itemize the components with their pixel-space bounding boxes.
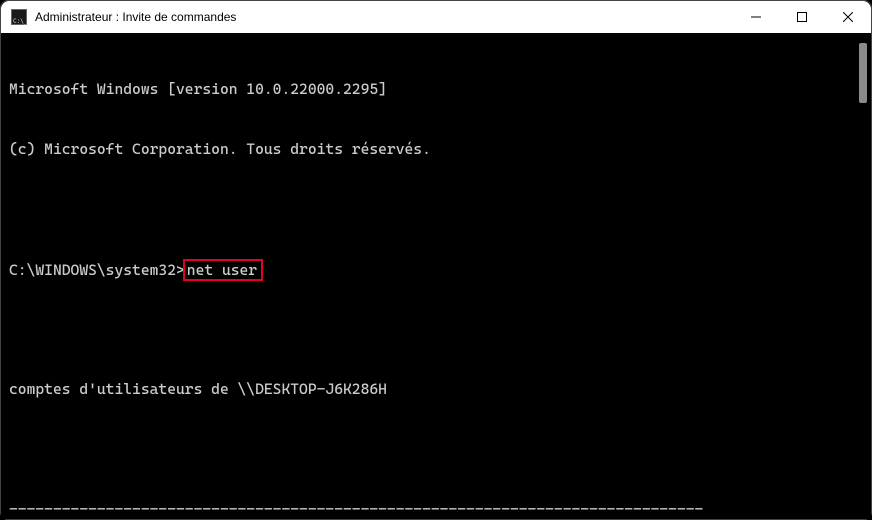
command-highlight: net user (183, 259, 263, 281)
terminal-area[interactable]: Microsoft Windows [version 10.0.22000.22… (1, 33, 871, 519)
cmd-icon (11, 9, 27, 25)
accounts-header: comptes d'utilisateurs de \\DESKTOP-J6K2… (9, 379, 871, 399)
copyright-line: (c) Microsoft Corporation. Tous droits r… (9, 139, 871, 159)
window-title: Administrateur : Invite de commandes (35, 7, 236, 27)
version-line: Microsoft Windows [version 10.0.22000.22… (9, 79, 871, 99)
window-titlebar[interactable]: Administrateur : Invite de commandes (1, 1, 871, 33)
close-icon (843, 12, 853, 22)
minimize-icon (751, 12, 761, 22)
separator-line: ----------------------------------------… (9, 499, 871, 519)
maximize-button[interactable] (779, 1, 825, 33)
command-text: net user (187, 261, 257, 279)
maximize-icon (797, 12, 807, 22)
prompt-line-1: C:\WINDOWS\system32>net user (9, 259, 871, 279)
scrollbar-thumb[interactable] (859, 43, 867, 103)
minimize-button[interactable] (733, 1, 779, 33)
close-button[interactable] (825, 1, 871, 33)
prompt-path: C:\WINDOWS\system32> (9, 261, 185, 279)
